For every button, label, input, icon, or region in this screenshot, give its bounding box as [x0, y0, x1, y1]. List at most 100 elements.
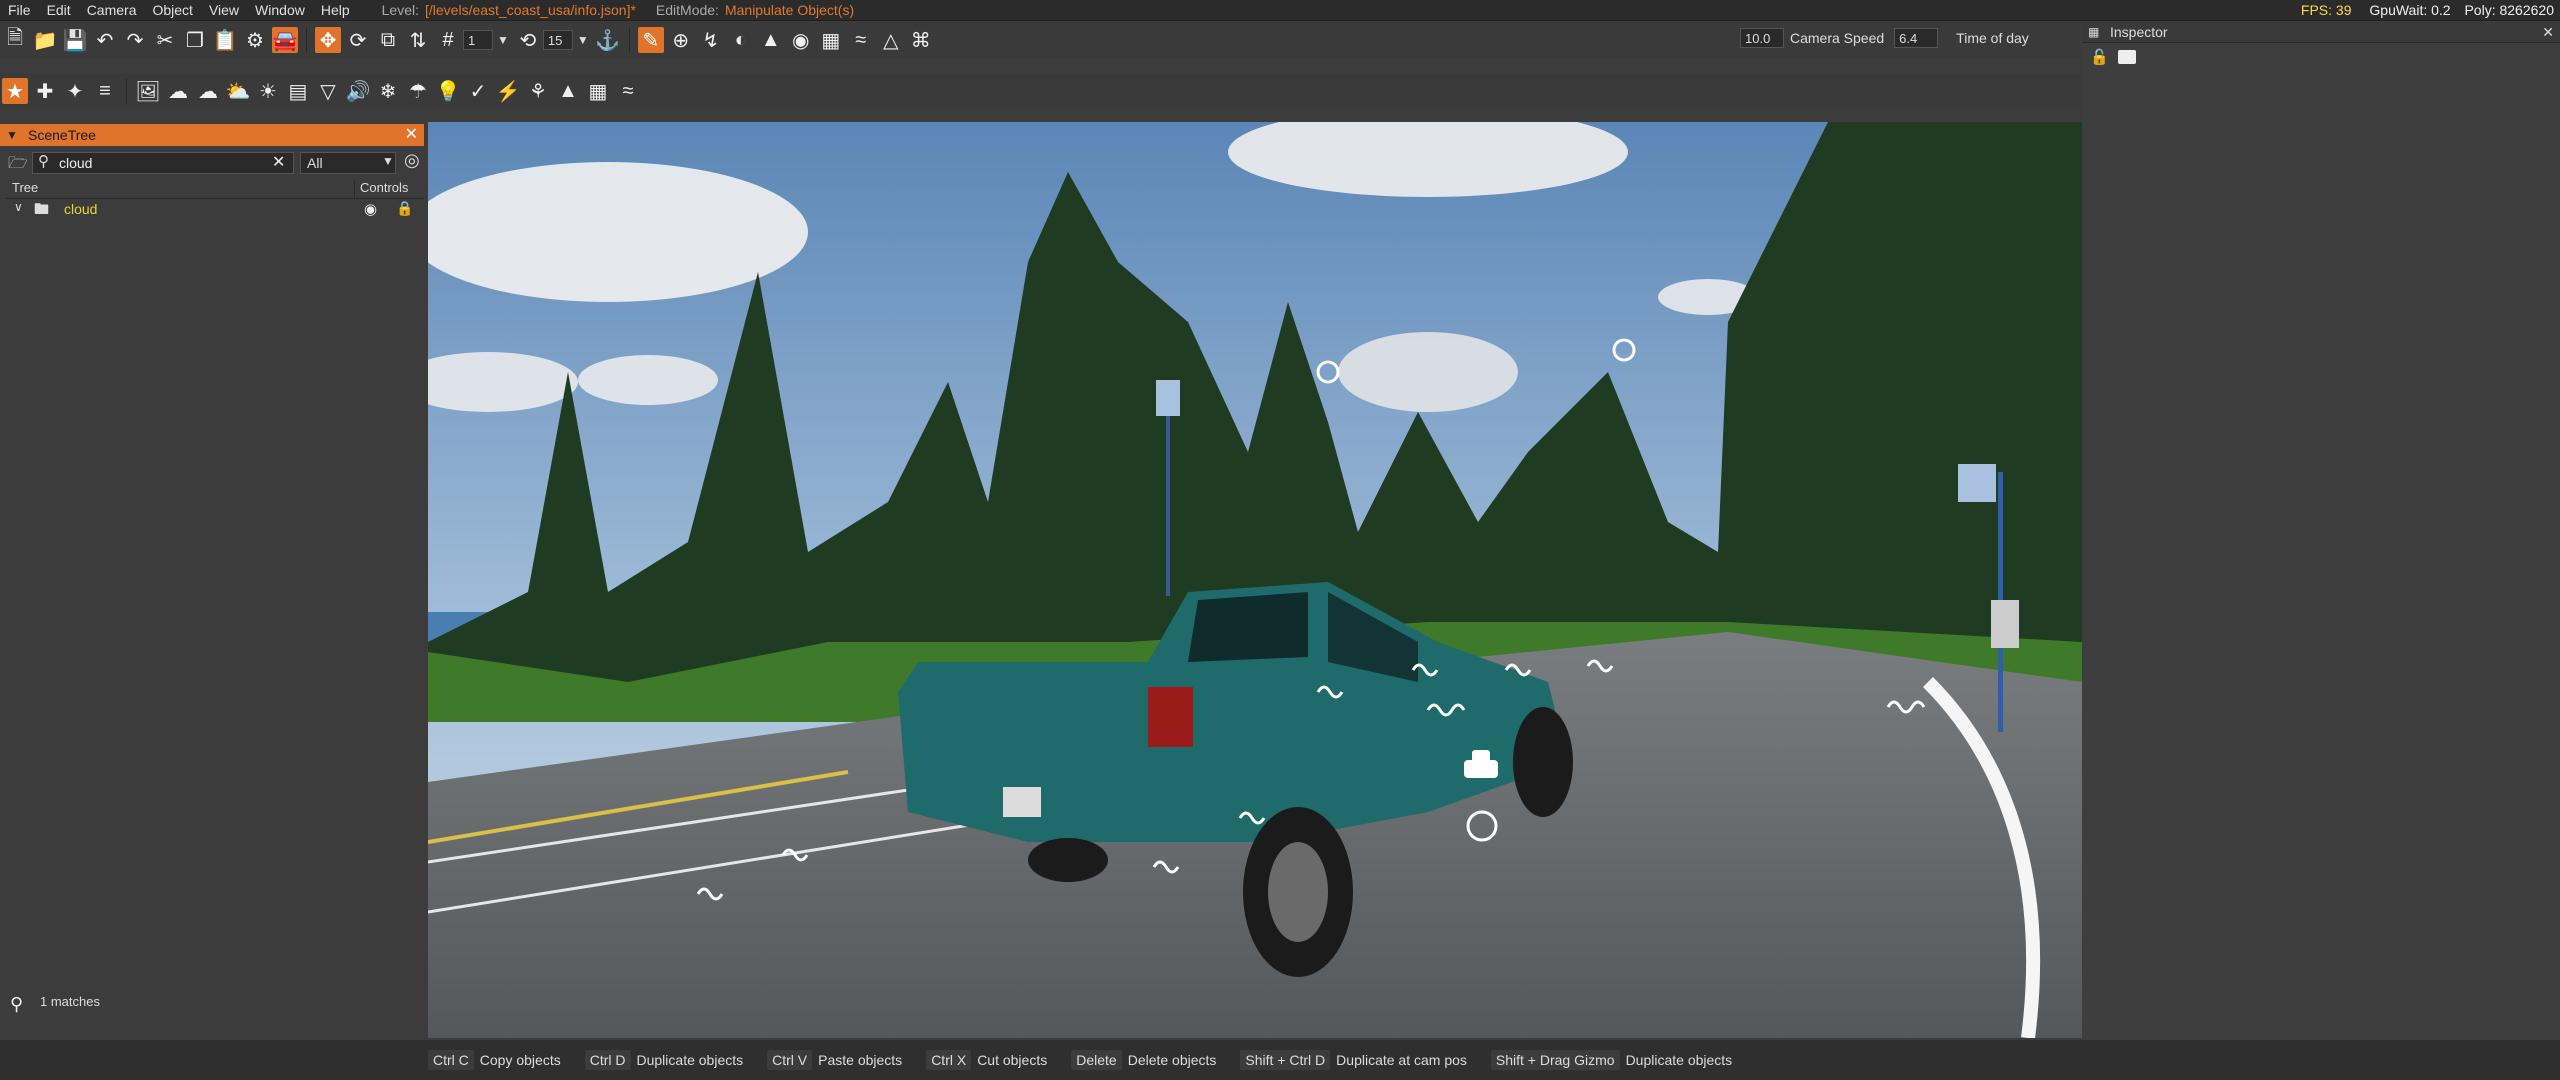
copy-icon[interactable]: ❐ — [182, 27, 208, 53]
basic-cloud-icon[interactable]: ☁ — [195, 78, 221, 104]
light-icon[interactable]: 💡 — [435, 78, 461, 104]
object-select-icon[interactable]: ★ — [2, 78, 28, 104]
menu-object[interactable]: Object — [144, 0, 200, 20]
inspector-title[interactable]: Inspector — [2110, 22, 2168, 42]
display-icon[interactable] — [2118, 50, 2136, 64]
tree-row[interactable]: ∨ 🖿 cloud ◉ 🔒 — [6, 200, 424, 220]
axis-align-icon[interactable]: ⇅ — [405, 27, 431, 53]
tree-item-label[interactable]: cloud — [64, 201, 97, 217]
search-icon: ⚲ — [10, 994, 24, 1014]
tree-ground-icon[interactable]: ⚘ — [525, 78, 551, 104]
particle-emitter-icon[interactable]: ❄ — [375, 78, 401, 104]
road-tool-icon[interactable]: ↯ — [698, 27, 724, 53]
separator — [306, 27, 307, 53]
rotate-snap-input[interactable]: 15 — [542, 30, 573, 50]
time-of-day-label: Time of day — [1956, 30, 2029, 46]
menu-file[interactable]: File — [0, 0, 39, 20]
chevron-down-icon[interactable]: ▼ — [497, 33, 509, 47]
sun-icon[interactable]: ☀ — [255, 78, 281, 104]
rotate-gizmo-icon[interactable]: ⟳ — [345, 27, 371, 53]
water-block-icon[interactable]: ▤ — [285, 78, 311, 104]
scenetree-title[interactable]: SceneTree — [28, 124, 96, 146]
lock-icon[interactable]: 🔒 — [396, 200, 413, 217]
chevron-down-icon[interactable]: ▼ — [6, 124, 18, 146]
grid-snap-icon[interactable]: # — [435, 27, 461, 53]
vehicle-mode-icon[interactable]: 🚘 — [272, 27, 298, 53]
river-tool-icon[interactable]: ≈ — [848, 27, 874, 53]
new-file-icon[interactable]: 🗎 — [2, 27, 28, 53]
shortcut-list: Ctrl C Copy objects Ctrl D Duplicate obj… — [428, 1050, 1756, 1070]
match-count: 1 matches — [40, 994, 100, 1009]
paste-icon[interactable]: 📋 — [212, 27, 238, 53]
camera-speed-input[interactable]: 10.0 — [1740, 28, 1784, 48]
chevron-down-icon[interactable]: ▼ — [577, 33, 589, 47]
bus-stop-sign — [1156, 380, 1180, 416]
search-icon: ⚲ — [38, 153, 49, 170]
search-input[interactable]: cloud — [32, 152, 294, 174]
level-label: Level: — [381, 2, 419, 18]
terrain-tool-icon[interactable]: ◉ — [788, 27, 814, 53]
open-folder-icon[interactable]: 📁 — [32, 27, 58, 53]
scene-render[interactable] — [428, 122, 2082, 1038]
lock-icon[interactable]: 🔓 — [2090, 48, 2109, 66]
3d-viewport[interactable] — [428, 122, 2082, 1038]
move-gizmo-icon[interactable]: ✥ — [315, 27, 341, 53]
clear-search-icon[interactable]: ✕ — [272, 152, 285, 172]
pencil-icon[interactable]: ✎ — [637, 27, 664, 53]
rotate-snap-icon[interactable]: ⟲ — [515, 27, 541, 53]
bus-stop-pole — [1166, 416, 1170, 596]
lightning-icon[interactable]: ⚡ — [495, 78, 521, 104]
sound-emitter-icon[interactable]: 🔊 — [345, 78, 371, 104]
shortcut-desc: Cut objects — [977, 1052, 1048, 1068]
redo-icon[interactable]: ↷ — [122, 27, 148, 53]
precipitation-icon[interactable]: ☂ — [405, 78, 431, 104]
menu-camera[interactable]: Camera — [79, 0, 145, 20]
cloud-layer-icon[interactable]: ☁ — [165, 78, 191, 104]
add-group-icon[interactable]: ≡ — [92, 78, 118, 104]
menu-view[interactable]: View — [201, 0, 247, 20]
add-node-icon[interactable]: ✦ — [62, 78, 88, 104]
terrain-painter-icon[interactable]: ⌘ — [908, 27, 934, 53]
dock-icon[interactable]: ▦ — [2088, 22, 2099, 42]
add-icon[interactable]: ⊕ — [668, 27, 694, 53]
shortcut-bar: Ctrl C Copy objects Ctrl D Duplicate obj… — [0, 1040, 2560, 1080]
chevron-down-icon[interactable]: ▼ — [382, 154, 394, 168]
cut-icon[interactable]: ✂ — [152, 27, 178, 53]
undo-icon[interactable]: ↶ — [92, 27, 118, 53]
mesh-road-icon[interactable]: ▦ — [818, 27, 844, 53]
chevron-down-icon[interactable]: ∨ — [14, 200, 23, 214]
scale-gizmo-icon[interactable]: ⧉ — [375, 27, 401, 53]
weather-icon[interactable]: ⛅ — [225, 78, 251, 104]
terrain-block-icon[interactable]: ▲ — [555, 78, 581, 104]
drop-to-ground-icon[interactable]: ⚓ — [595, 27, 621, 53]
menu-window[interactable]: Window — [247, 0, 313, 20]
time-of-day-input[interactable]: 6.4 — [1894, 28, 1939, 48]
editmode-value: Manipulate Object(s) — [724, 2, 855, 18]
spot-light-icon[interactable]: ✓ — [465, 78, 491, 104]
close-icon[interactable]: ✕ — [405, 124, 418, 146]
add-prefab-icon[interactable]: ✚ — [32, 78, 58, 104]
cloud — [578, 355, 718, 405]
timetable-board — [1991, 600, 2019, 648]
settings-target-icon[interactable]: ◎ — [404, 150, 420, 171]
forest-tool-icon[interactable]: ▲ — [758, 27, 784, 53]
menu-edit[interactable]: Edit — [39, 0, 79, 20]
close-icon[interactable]: ✕ — [2542, 22, 2554, 42]
navigation-tool-icon[interactable]: △ — [878, 27, 904, 53]
shortcut-key: Ctrl X — [926, 1050, 972, 1070]
snap-value-input[interactable]: 1 — [463, 30, 493, 50]
folder-icon: 🖿 — [34, 201, 50, 218]
new-folder-icon[interactable]: 🗁 — [8, 152, 28, 179]
menu-bar: File Edit Camera Object View Window Help… — [0, 0, 2560, 21]
grid-icon[interactable]: ▦ — [585, 78, 611, 104]
gear-icon[interactable]: ⚙ — [242, 27, 268, 53]
image-icon[interactable]: 🖼 — [135, 78, 161, 104]
tree-header: Tree Controls — [6, 180, 424, 199]
decal-tool-icon[interactable]: ◐ — [728, 27, 754, 53]
menu-help[interactable]: Help — [313, 0, 358, 20]
waterplane-icon[interactable]: ▽ — [315, 78, 341, 104]
save-icon[interactable]: 💾 — [62, 27, 88, 53]
wind-icon[interactable]: ≈ — [615, 78, 641, 104]
shortcut-desc: Delete objects — [1127, 1052, 1217, 1068]
eye-icon[interactable]: ◉ — [364, 200, 377, 218]
